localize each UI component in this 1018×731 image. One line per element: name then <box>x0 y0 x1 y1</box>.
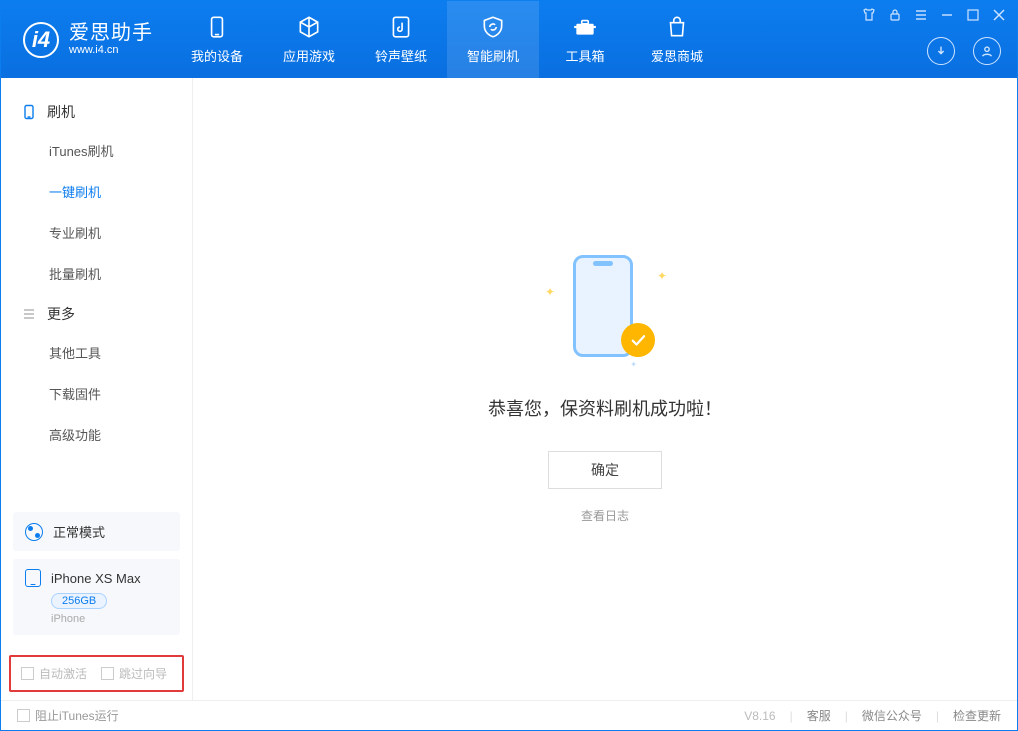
sidebar-item-advanced[interactable]: 高级功能 <box>1 414 192 455</box>
checkbox-label: 阻止iTunes运行 <box>35 707 119 724</box>
shield-sync-icon <box>480 14 506 40</box>
shirt-icon[interactable] <box>861 7 877 23</box>
tab-store[interactable]: 爱思商城 <box>631 1 723 78</box>
app-name: 爱思助手 <box>69 22 153 44</box>
app-logo: i4 爱思助手 www.i4.cn <box>1 1 171 78</box>
sidebar-item-other-tools[interactable]: 其他工具 <box>1 332 192 373</box>
mode-label: 正常模式 <box>53 522 105 541</box>
device-name: iPhone XS Max <box>51 571 141 586</box>
sidebar-item-oneclick-flash[interactable]: 一键刷机 <box>1 171 192 212</box>
checkbox-auto-activate[interactable]: 自动激活 <box>21 665 87 682</box>
tab-label: 爱思商城 <box>651 46 703 65</box>
header-actions <box>927 37 1001 65</box>
sparkle-icon: ✦ <box>630 360 637 369</box>
tab-ringtones[interactable]: 铃声壁纸 <box>355 1 447 78</box>
download-button[interactable] <box>927 37 955 65</box>
checkbox-label: 跳过向导 <box>119 665 167 682</box>
tab-label: 铃声壁纸 <box>375 46 427 65</box>
toolbox-icon <box>572 14 598 40</box>
success-illustration: ✦ ✦ ✦ <box>535 255 675 365</box>
checkbox-label: 自动激活 <box>39 665 87 682</box>
footer-link-update[interactable]: 检查更新 <box>953 707 1001 724</box>
device-box[interactable]: iPhone XS Max 256GB iPhone <box>13 559 180 635</box>
cube-icon <box>296 14 322 40</box>
minimize-icon[interactable] <box>939 7 955 23</box>
tab-my-device[interactable]: 我的设备 <box>171 1 263 78</box>
close-icon[interactable] <box>991 7 1007 23</box>
tab-label: 我的设备 <box>191 46 243 65</box>
music-file-icon <box>388 14 414 40</box>
device-phone-icon <box>25 569 41 587</box>
footer-link-wechat[interactable]: 微信公众号 <box>862 707 922 724</box>
sparkle-icon: ✦ <box>545 285 555 299</box>
version-label: V8.16 <box>744 709 775 723</box>
status-bar: 阻止iTunes运行 V8.16 | 客服 | 微信公众号 | 检查更新 <box>1 700 1017 730</box>
main-tabs: 我的设备 应用游戏 铃声壁纸 智能刷机 工具箱 爱思商城 <box>171 1 723 78</box>
tab-label: 应用游戏 <box>283 46 335 65</box>
main-content: ✦ ✦ ✦ 恭喜您，保资料刷机成功啦！ 确定 查看日志 <box>193 78 1017 700</box>
maximize-icon[interactable] <box>965 7 981 23</box>
sidebar-item-itunes-flash[interactable]: iTunes刷机 <box>1 130 192 171</box>
ok-button[interactable]: 确定 <box>548 451 662 489</box>
section-flash: 刷机 <box>1 92 192 130</box>
list-icon <box>21 306 37 322</box>
device-type: iPhone <box>51 613 168 625</box>
logo-icon: i4 <box>23 22 59 58</box>
checkbox-block-itunes[interactable]: 阻止iTunes运行 <box>17 707 119 724</box>
tab-label: 智能刷机 <box>467 46 519 65</box>
menu-icon[interactable] <box>913 7 929 23</box>
device-capacity: 256GB <box>51 593 107 609</box>
success-message: 恭喜您，保资料刷机成功啦！ <box>488 395 722 421</box>
phone-outline-icon <box>21 104 37 120</box>
device-icon <box>204 14 230 40</box>
app-url: www.i4.cn <box>69 44 153 56</box>
sidebar-item-pro-flash[interactable]: 专业刷机 <box>1 212 192 253</box>
tab-smart-flash[interactable]: 智能刷机 <box>447 1 539 78</box>
mode-box[interactable]: 正常模式 <box>13 512 180 551</box>
sidebar-item-download-firmware[interactable]: 下载固件 <box>1 373 192 414</box>
sidebar: 刷机 iTunes刷机 一键刷机 专业刷机 批量刷机 更多 其他工具 下载固件 … <box>1 78 193 700</box>
user-button[interactable] <box>973 37 1001 65</box>
sparkle-icon: ✦ <box>657 269 667 283</box>
titlebar-controls <box>861 7 1007 23</box>
checkbox-skip-guide[interactable]: 跳过向导 <box>101 665 167 682</box>
lock-icon[interactable] <box>887 7 903 23</box>
section-more: 更多 <box>1 294 192 332</box>
check-badge-icon <box>621 323 655 357</box>
footer-link-support[interactable]: 客服 <box>807 707 831 724</box>
tab-toolbox[interactable]: 工具箱 <box>539 1 631 78</box>
mode-icon <box>25 523 43 541</box>
section-title: 更多 <box>47 304 75 324</box>
bag-icon <box>664 14 690 40</box>
app-header: i4 爱思助手 www.i4.cn 我的设备 应用游戏 铃声壁纸 智能刷机 工具… <box>1 1 1017 78</box>
tab-apps-games[interactable]: 应用游戏 <box>263 1 355 78</box>
sidebar-item-batch-flash[interactable]: 批量刷机 <box>1 253 192 294</box>
view-log-link[interactable]: 查看日志 <box>581 507 629 524</box>
section-title: 刷机 <box>47 102 75 122</box>
flash-options-box: 自动激活 跳过向导 <box>9 655 184 692</box>
tab-label: 工具箱 <box>565 46 604 65</box>
